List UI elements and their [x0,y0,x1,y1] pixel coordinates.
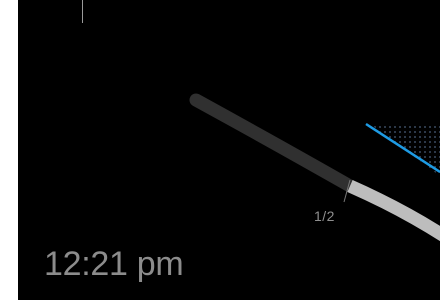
scroll-track-active[interactable] [347,180,440,242]
scroll-track-inactive [189,93,357,193]
clock-time: 12:21 pm [44,245,184,283]
watch-screen: 1/2 12:21 pm [18,0,440,300]
page-indicator: 1/2 [314,208,335,224]
